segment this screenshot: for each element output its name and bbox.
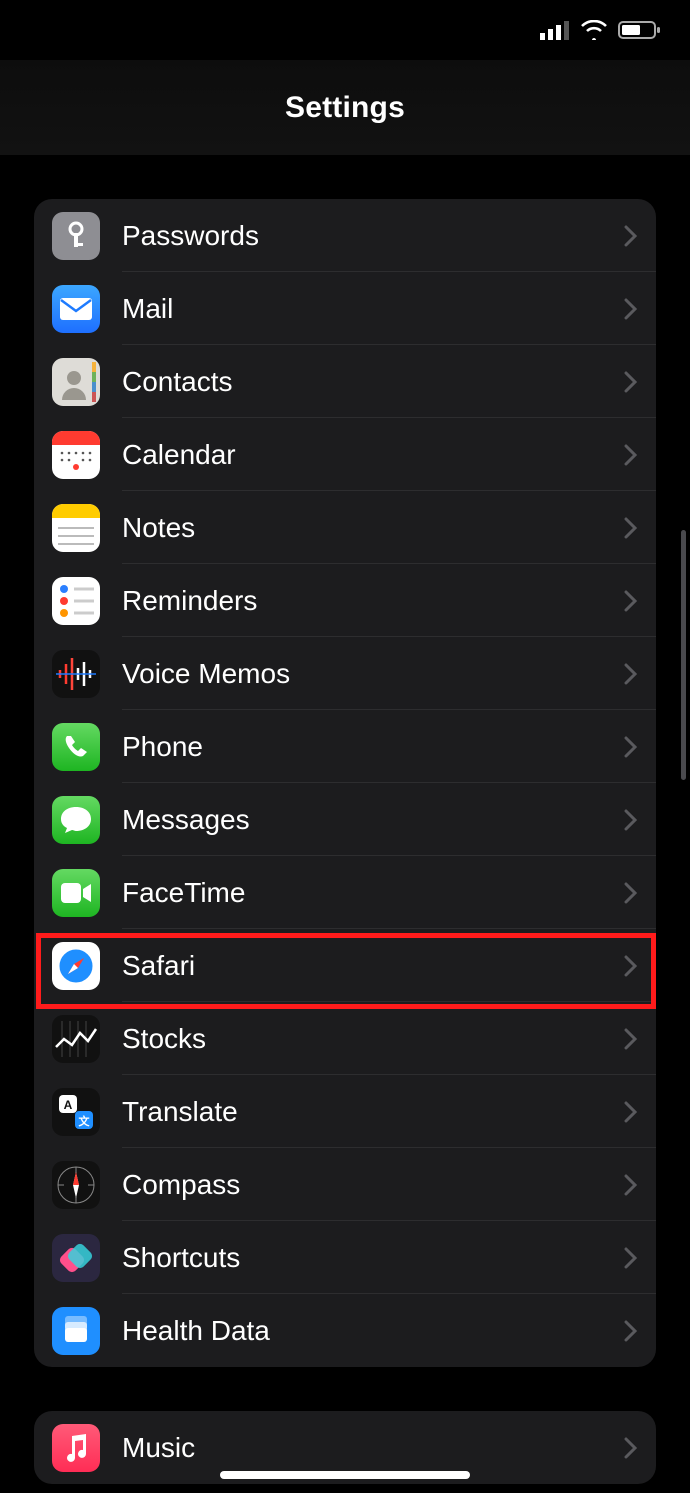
row-label: Shortcuts xyxy=(122,1242,624,1274)
wifi-icon xyxy=(580,20,608,40)
music-icon xyxy=(52,1424,100,1472)
chevron-right-icon xyxy=(624,1247,638,1269)
status-bar xyxy=(0,0,690,60)
stocks-icon xyxy=(52,1015,100,1063)
chevron-right-icon xyxy=(624,1320,638,1342)
page-title: Settings xyxy=(285,91,405,125)
row-passwords[interactable]: Passwords xyxy=(34,199,656,272)
svg-text:A: A xyxy=(64,1098,73,1112)
chevron-right-icon xyxy=(624,809,638,831)
home-indicator[interactable] xyxy=(220,1471,470,1479)
row-label: Notes xyxy=(122,512,624,544)
svg-text:文: 文 xyxy=(79,1114,91,1128)
row-label: Phone xyxy=(122,731,624,763)
settings-group-apps: Passwords Mail Contacts Calendar xyxy=(34,199,656,1367)
passwords-icon xyxy=(52,212,100,260)
chevron-right-icon xyxy=(624,590,638,612)
chevron-right-icon xyxy=(624,955,638,977)
row-health-data[interactable]: Health Data xyxy=(34,1294,656,1367)
safari-icon xyxy=(52,942,100,990)
row-label: Stocks xyxy=(122,1023,624,1055)
compass-icon xyxy=(52,1161,100,1209)
chevron-right-icon xyxy=(624,1437,638,1459)
row-calendar[interactable]: Calendar xyxy=(34,418,656,491)
translate-icon: A文 xyxy=(52,1088,100,1136)
row-label: Contacts xyxy=(122,366,624,398)
row-translate[interactable]: A文 Translate xyxy=(34,1075,656,1148)
row-label: Mail xyxy=(122,293,624,325)
row-label: Messages xyxy=(122,804,624,836)
chevron-right-icon xyxy=(624,517,638,539)
row-voice-memos[interactable]: Voice Memos xyxy=(34,637,656,710)
phone-icon xyxy=(52,723,100,771)
settings-content: Passwords Mail Contacts Calendar xyxy=(0,155,690,1484)
row-label: Voice Memos xyxy=(122,658,624,690)
row-label: Calendar xyxy=(122,439,624,471)
notes-icon xyxy=(52,504,100,552)
contacts-icon xyxy=(52,358,100,406)
row-shortcuts[interactable]: Shortcuts xyxy=(34,1221,656,1294)
battery-icon xyxy=(618,20,662,40)
chevron-right-icon xyxy=(624,225,638,247)
chevron-right-icon xyxy=(624,1028,638,1050)
row-label: Passwords xyxy=(122,220,624,252)
row-reminders[interactable]: Reminders xyxy=(34,564,656,637)
row-messages[interactable]: Messages xyxy=(34,783,656,856)
chevron-right-icon xyxy=(624,298,638,320)
row-mail[interactable]: Mail xyxy=(34,272,656,345)
row-facetime[interactable]: FaceTime xyxy=(34,856,656,929)
shortcuts-icon xyxy=(52,1234,100,1282)
chevron-right-icon xyxy=(624,444,638,466)
nav-bar: Settings xyxy=(0,60,690,155)
chevron-right-icon xyxy=(624,1101,638,1123)
row-label: Music xyxy=(122,1432,624,1464)
row-label: Reminders xyxy=(122,585,624,617)
messages-icon xyxy=(52,796,100,844)
row-notes[interactable]: Notes xyxy=(34,491,656,564)
calendar-icon xyxy=(52,431,100,479)
row-safari[interactable]: Safari xyxy=(34,929,656,1002)
row-label: Compass xyxy=(122,1169,624,1201)
row-label: FaceTime xyxy=(122,877,624,909)
reminders-icon xyxy=(52,577,100,625)
scroll-indicator[interactable] xyxy=(681,530,686,780)
row-label: Translate xyxy=(122,1096,624,1128)
row-phone[interactable]: Phone xyxy=(34,710,656,783)
mail-icon xyxy=(52,285,100,333)
voice-memos-icon xyxy=(52,650,100,698)
row-contacts[interactable]: Contacts xyxy=(34,345,656,418)
row-label: Safari xyxy=(122,950,624,982)
cellular-icon xyxy=(540,20,570,40)
chevron-right-icon xyxy=(624,663,638,685)
row-label: Health Data xyxy=(122,1315,624,1347)
health-data-icon xyxy=(52,1307,100,1355)
chevron-right-icon xyxy=(624,1174,638,1196)
facetime-icon xyxy=(52,869,100,917)
chevron-right-icon xyxy=(624,736,638,758)
row-stocks[interactable]: Stocks xyxy=(34,1002,656,1075)
chevron-right-icon xyxy=(624,371,638,393)
chevron-right-icon xyxy=(624,882,638,904)
row-compass[interactable]: Compass xyxy=(34,1148,656,1221)
